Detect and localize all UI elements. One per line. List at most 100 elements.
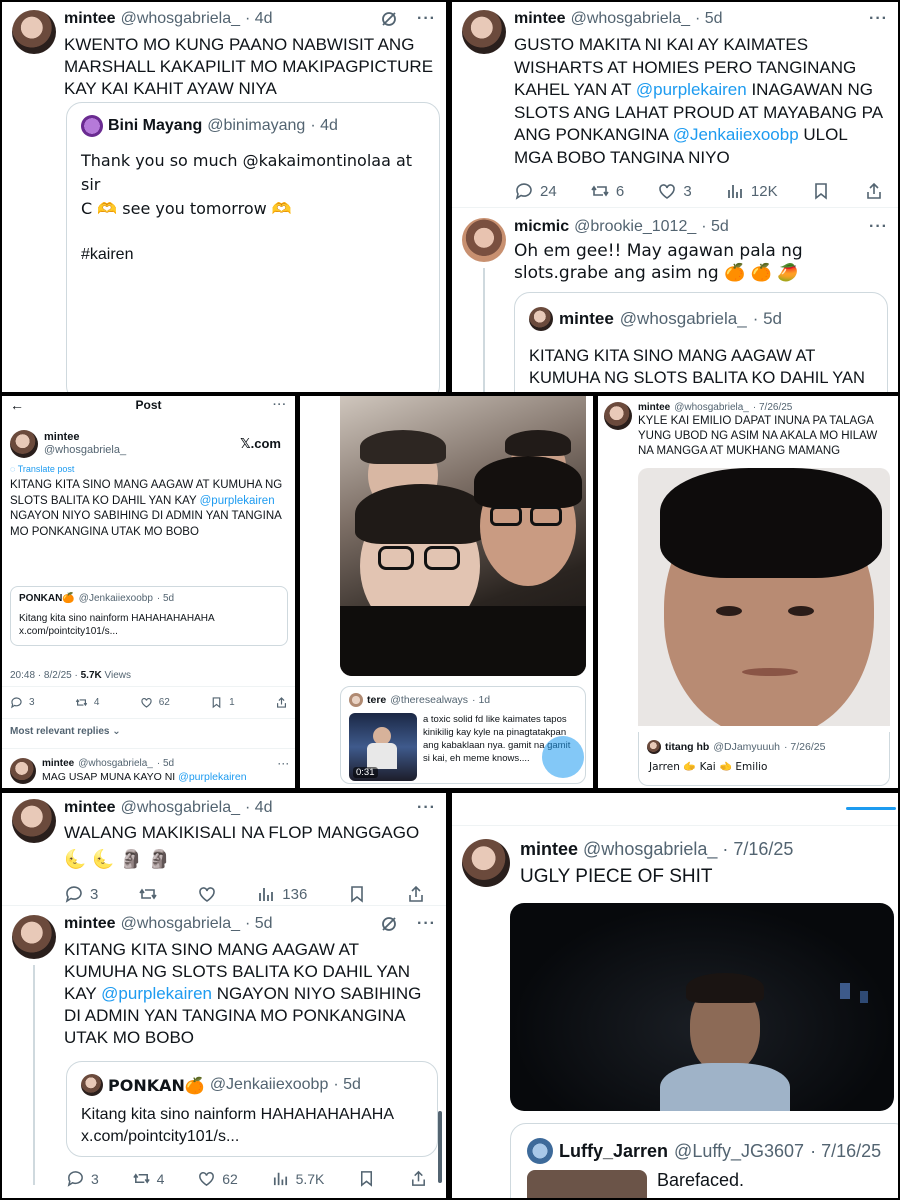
more-icon[interactable]: ··· bbox=[278, 759, 290, 769]
like-button[interactable]: 3 bbox=[657, 181, 692, 201]
avatar[interactable] bbox=[604, 402, 632, 430]
tweet-photo[interactable] bbox=[510, 903, 894, 1111]
author-name[interactable]: micmic bbox=[514, 218, 569, 236]
author-handle[interactable]: @whosgabriela_ bbox=[121, 10, 240, 28]
author-handle[interactable]: @whosgabriela_ bbox=[44, 444, 240, 457]
post-time[interactable]: · 7/26/25 bbox=[753, 402, 792, 413]
author-name[interactable]: mintee bbox=[64, 915, 116, 933]
post-time[interactable]: · 4d bbox=[245, 10, 273, 28]
mention-link[interactable]: @purplekairen bbox=[200, 495, 275, 507]
quoted-tweet[interactable]: mintee @whosgabriela_ · 5d KITANG KITA S… bbox=[514, 292, 888, 392]
translate-link[interactable]: ◌ Translate post bbox=[2, 458, 295, 474]
author-handle[interactable]: @brookie_1012_ bbox=[574, 218, 696, 236]
avatar[interactable] bbox=[10, 758, 36, 784]
author-name[interactable]: mintee bbox=[514, 10, 566, 28]
views-button[interactable]: 136 bbox=[256, 884, 307, 904]
quote-media[interactable] bbox=[67, 245, 439, 392]
play-button[interactable] bbox=[542, 736, 584, 778]
more-icon[interactable]: ··· bbox=[869, 218, 888, 236]
quote-author-name: Bini Mayang bbox=[108, 117, 203, 134]
repost-button[interactable]: 6 bbox=[590, 181, 624, 201]
tweet-panel-5: mintee @whosgabriela_ · 7/26/25 KYLE KAI… bbox=[598, 396, 898, 788]
author-handle[interactable]: @whosgabriela_ bbox=[571, 10, 690, 28]
author-name[interactable]: mintee bbox=[64, 799, 116, 817]
grok-icon[interactable] bbox=[380, 915, 398, 933]
quote-author-name: PONKAN🍊 bbox=[108, 1075, 205, 1095]
quoted-tweet[interactable]: Luffy_Jarren @Luffy_JG3607 · 7/16/25 Bar… bbox=[510, 1123, 898, 1198]
avatar[interactable] bbox=[12, 915, 56, 959]
avatar[interactable] bbox=[12, 799, 56, 843]
post-time[interactable]: · 7/16/25 bbox=[722, 839, 793, 860]
like-button[interactable]: 62 bbox=[140, 696, 170, 709]
mention-link[interactable]: @Jenkaiiexoobp bbox=[673, 125, 799, 144]
post-time[interactable]: · 5d bbox=[157, 758, 174, 769]
repost-icon bbox=[132, 1173, 150, 1184]
bookmark-button[interactable]: 1 bbox=[210, 696, 235, 709]
quote-author-handle: @DJamyuuuh bbox=[713, 741, 781, 753]
mention-link[interactable]: @purplekairen bbox=[636, 80, 747, 99]
quote-text-line: Thank you so much @kakaimontinolaa at si… bbox=[81, 151, 413, 194]
author-name[interactable]: mintee bbox=[44, 431, 240, 444]
meme-photo[interactable] bbox=[638, 468, 890, 726]
author-handle[interactable]: @whosgabriela_ bbox=[583, 839, 717, 860]
more-icon[interactable]: ··· bbox=[417, 10, 436, 28]
more-icon[interactable]: ··· bbox=[273, 399, 287, 411]
like-button[interactable]: 62 bbox=[197, 1169, 238, 1188]
post-time[interactable]: · 5d bbox=[701, 218, 729, 236]
tweet-text: WALANG MAKIKISALI NA FLOP MANGGAGO bbox=[64, 823, 420, 842]
quoted-tweet[interactable]: Bini Mayang @binimayang · 4d Thank you s… bbox=[66, 102, 440, 392]
grok-icon[interactable] bbox=[380, 10, 398, 28]
selfie-photo[interactable] bbox=[340, 396, 586, 676]
like-count: 3 bbox=[683, 182, 692, 200]
like-button[interactable] bbox=[197, 884, 217, 904]
video-thumbnail[interactable]: 0:31 bbox=[349, 713, 417, 781]
quoted-tweet[interactable]: PONKAN🍊 @Jenkaiiexoobp · 5d Kitang kita … bbox=[10, 586, 288, 646]
views-button[interactable]: 12K bbox=[725, 181, 778, 201]
avatar[interactable] bbox=[12, 10, 56, 54]
more-icon[interactable]: ··· bbox=[417, 915, 436, 933]
reply-sort-dropdown[interactable]: Most relevant replies ⌄ bbox=[10, 726, 121, 737]
reply-button[interactable]: 24 bbox=[514, 181, 557, 201]
post-time[interactable]: · 5d bbox=[245, 915, 273, 933]
bookmark-button[interactable] bbox=[347, 884, 367, 904]
divider bbox=[452, 207, 898, 208]
reply-count: 3 bbox=[90, 885, 99, 903]
reply-button[interactable]: 3 bbox=[66, 1169, 99, 1188]
quoted-tweet[interactable]: PONKAN🍊 @Jenkaiiexoobp · 5d Kitang kita … bbox=[66, 1061, 438, 1157]
repost-button[interactable]: 4 bbox=[132, 1169, 164, 1188]
author-name[interactable]: mintee bbox=[42, 758, 74, 769]
author-handle[interactable]: @whosgabriela_ bbox=[121, 799, 240, 817]
reply-button[interactable]: 3 bbox=[10, 696, 35, 709]
avatar[interactable] bbox=[10, 430, 38, 458]
author-name[interactable]: mintee bbox=[64, 10, 116, 28]
author-handle[interactable]: @whosgabriela_ bbox=[121, 915, 240, 933]
back-arrow-icon[interactable]: ← bbox=[10, 397, 24, 413]
more-icon[interactable]: ··· bbox=[417, 799, 436, 817]
author-name[interactable]: mintee bbox=[520, 839, 578, 860]
share-button[interactable] bbox=[275, 696, 288, 709]
mention-link[interactable]: @purplekairen bbox=[101, 984, 212, 1003]
quoted-tweet[interactable]: titang hb @DJamyuuuh · 7/26/25 Jarren 🫱 … bbox=[638, 732, 890, 786]
avatar[interactable] bbox=[462, 10, 506, 54]
share-button[interactable] bbox=[864, 181, 884, 201]
scrollbar[interactable] bbox=[438, 1111, 442, 1183]
author-handle[interactable]: @whosgabriela_ bbox=[674, 402, 749, 413]
avatar[interactable] bbox=[462, 839, 510, 887]
post-time[interactable]: · 5d bbox=[695, 10, 723, 28]
repost-button[interactable] bbox=[138, 884, 158, 904]
bookmark-button[interactable] bbox=[357, 1169, 376, 1188]
post-time[interactable]: · 4d bbox=[245, 799, 273, 817]
avatar[interactable] bbox=[462, 218, 506, 262]
repost-button[interactable]: 4 bbox=[75, 696, 99, 709]
bookmark-button[interactable] bbox=[811, 181, 831, 201]
mention-link[interactable]: @purplekairen bbox=[178, 771, 246, 783]
share-button[interactable] bbox=[406, 884, 426, 904]
share-button[interactable] bbox=[409, 1169, 428, 1188]
views-button[interactable]: 5.7K bbox=[271, 1169, 324, 1188]
chevron-down-icon: ⌄ bbox=[112, 726, 121, 737]
reply-count: 3 bbox=[29, 697, 35, 708]
author-handle[interactable]: @whosgabriela_ bbox=[78, 758, 153, 769]
more-icon[interactable]: ··· bbox=[869, 10, 888, 28]
reply-button[interactable]: 3 bbox=[64, 884, 98, 904]
author-name[interactable]: mintee bbox=[638, 402, 670, 413]
